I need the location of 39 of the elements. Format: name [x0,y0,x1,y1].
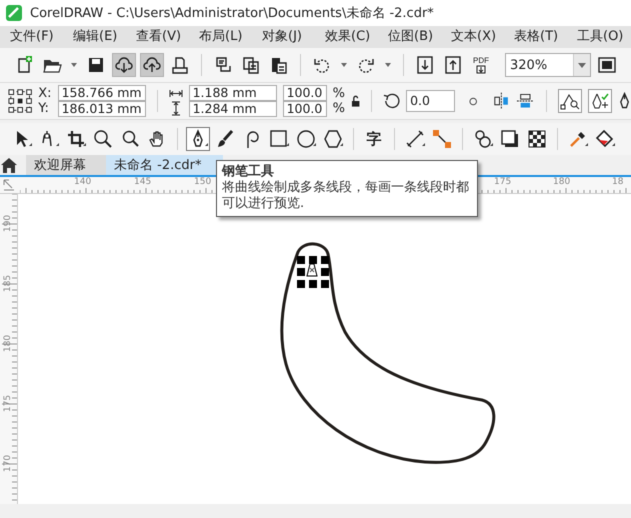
ruler-label: 18 [612,177,624,187]
input-field[interactable]: 158.766 mm [58,85,146,101]
percent-label: % [332,101,345,116]
input-field[interactable]: 0.0 [406,90,456,112]
tooltip-text: 将曲线绘制成多条线段，每画一条线段时都可以进行预览. [222,180,470,212]
menu-item[interactable]: 效果(C) [325,26,388,48]
ruler-label: 185 [3,274,14,292]
input-field[interactable]: 186.013 mm [58,101,146,117]
menu-item[interactable]: 查看(V) [136,26,199,48]
ruler-label: 175 [494,177,512,187]
ruler-label: 180 [3,334,14,352]
menu-item[interactable]: 文件(F) [10,26,73,48]
ruler-label: 140 [74,177,92,187]
ruler-label: 190 [3,214,14,232]
menu-item[interactable]: 布局(L) [199,26,262,48]
menu-item[interactable]: 表格(T) [514,26,577,48]
menu-item[interactable]: 对象(J) [262,26,325,48]
zoom-level-dropdown[interactable]: 320% [505,53,591,77]
menu-item[interactable]: 位图(B) [388,26,451,48]
ruler-label: 145 [134,177,152,187]
y-label: Y: [38,101,50,116]
tool-button[interactable]: 字 [362,127,386,151]
ruler-label: 150 [194,177,212,187]
tooltip-title: 钢笔工具 [222,164,275,180]
x-label: X: [38,86,52,101]
menu-item[interactable]: 文本(X) [451,26,514,48]
ruler-label: 170 [3,454,14,472]
window-title: CorelDRAW - C:\Users\Administrator\Documents\未命名 -2.cdr* [30,5,434,22]
menu-item[interactable]: 编辑(E) [73,26,136,48]
document-tab[interactable]: 欢迎屏幕 [26,155,106,175]
input-field[interactable]: 100.0 [282,85,327,101]
ruler-label: 180 [553,177,570,187]
toolbar-button[interactable]: PDF [469,53,493,77]
input-field[interactable]: 1.284 mm [188,101,277,117]
input-field[interactable]: 1.188 mm [188,85,277,101]
input-field[interactable]: 100.0 [282,101,327,117]
menu-item[interactable]: 工具(O) [577,26,631,48]
percent-label: % [332,86,345,101]
ruler-label: 175 [3,394,14,412]
